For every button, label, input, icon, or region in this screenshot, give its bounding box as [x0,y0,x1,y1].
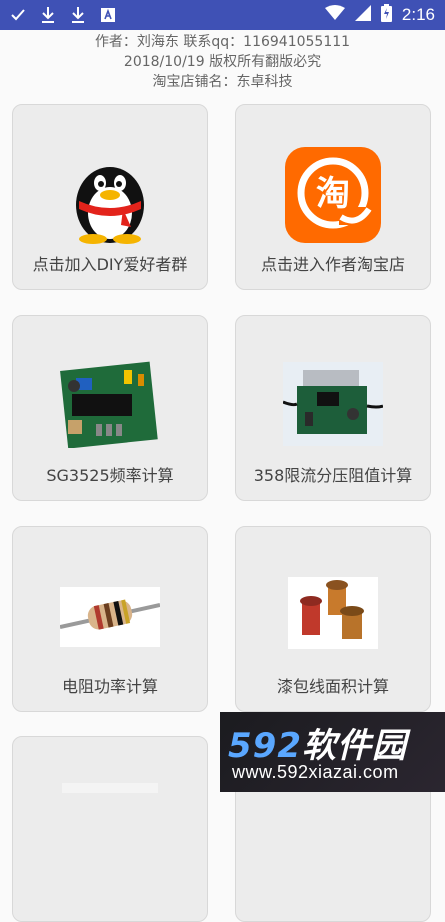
download-icon [40,6,56,28]
svg-text:淘: 淘 [316,174,350,214]
check-icon [10,7,26,27]
card-label: SG3525频率计算 [46,466,174,485]
author-taobao-shop-card[interactable]: 淘 点击进入作者淘宝店 [235,104,431,290]
partial-card-left[interactable] [12,736,208,922]
copyright-line: 2018/10/19 版权所有翻版必究 [123,54,322,70]
card-label: 漆包线面积计算 [276,677,389,696]
watermark-logo: 592软件园 [228,726,407,766]
join-diy-group-card[interactable]: 点击加入DIY爱好者群 [12,104,208,290]
signal-icon [354,5,371,25]
resistor-power-card[interactable]: 电阻功率计算 [12,526,208,712]
watermark-url: www.592xiazai.com [232,762,399,782]
author-line: 作者：刘海东 联系qq：116941055111 [94,34,351,50]
qq-penguin-icon [65,153,155,249]
card-label: 358限流分压阻值计算 [253,466,413,485]
enameled-wire-image [288,577,378,653]
status-bar: 2:16 [0,0,445,30]
app-a-icon [100,7,116,27]
circuit-board-image [60,356,160,452]
author-info: 作者：刘海东 联系qq：116941055111 2018/10/19 版权所有… [0,30,445,96]
card-label: 电阻功率计算 [61,677,158,696]
card-label: 点击加入DIY爱好者群 [32,255,188,274]
battery-charging-icon [380,4,392,26]
resistor-image [59,587,161,651]
card-label: 点击进入作者淘宝店 [260,255,405,274]
wifi-icon [324,5,345,25]
watermark: 592软件园 www.592xiazai.com [220,712,445,792]
sg3525-frequency-card[interactable]: SG3525频率计算 [12,315,208,501]
status-time: 2:16 [401,5,435,24]
download-icon [70,6,86,28]
shop-name-line: 淘宝店铺名：东卓科技 [152,74,293,90]
taobao-icon: 淘 [285,147,381,247]
circuit-module-image [282,362,384,450]
358-current-limit-card[interactable]: 358限流分压阻值计算 [235,315,431,501]
enameled-wire-area-card[interactable]: 漆包线面积计算 [235,526,431,712]
